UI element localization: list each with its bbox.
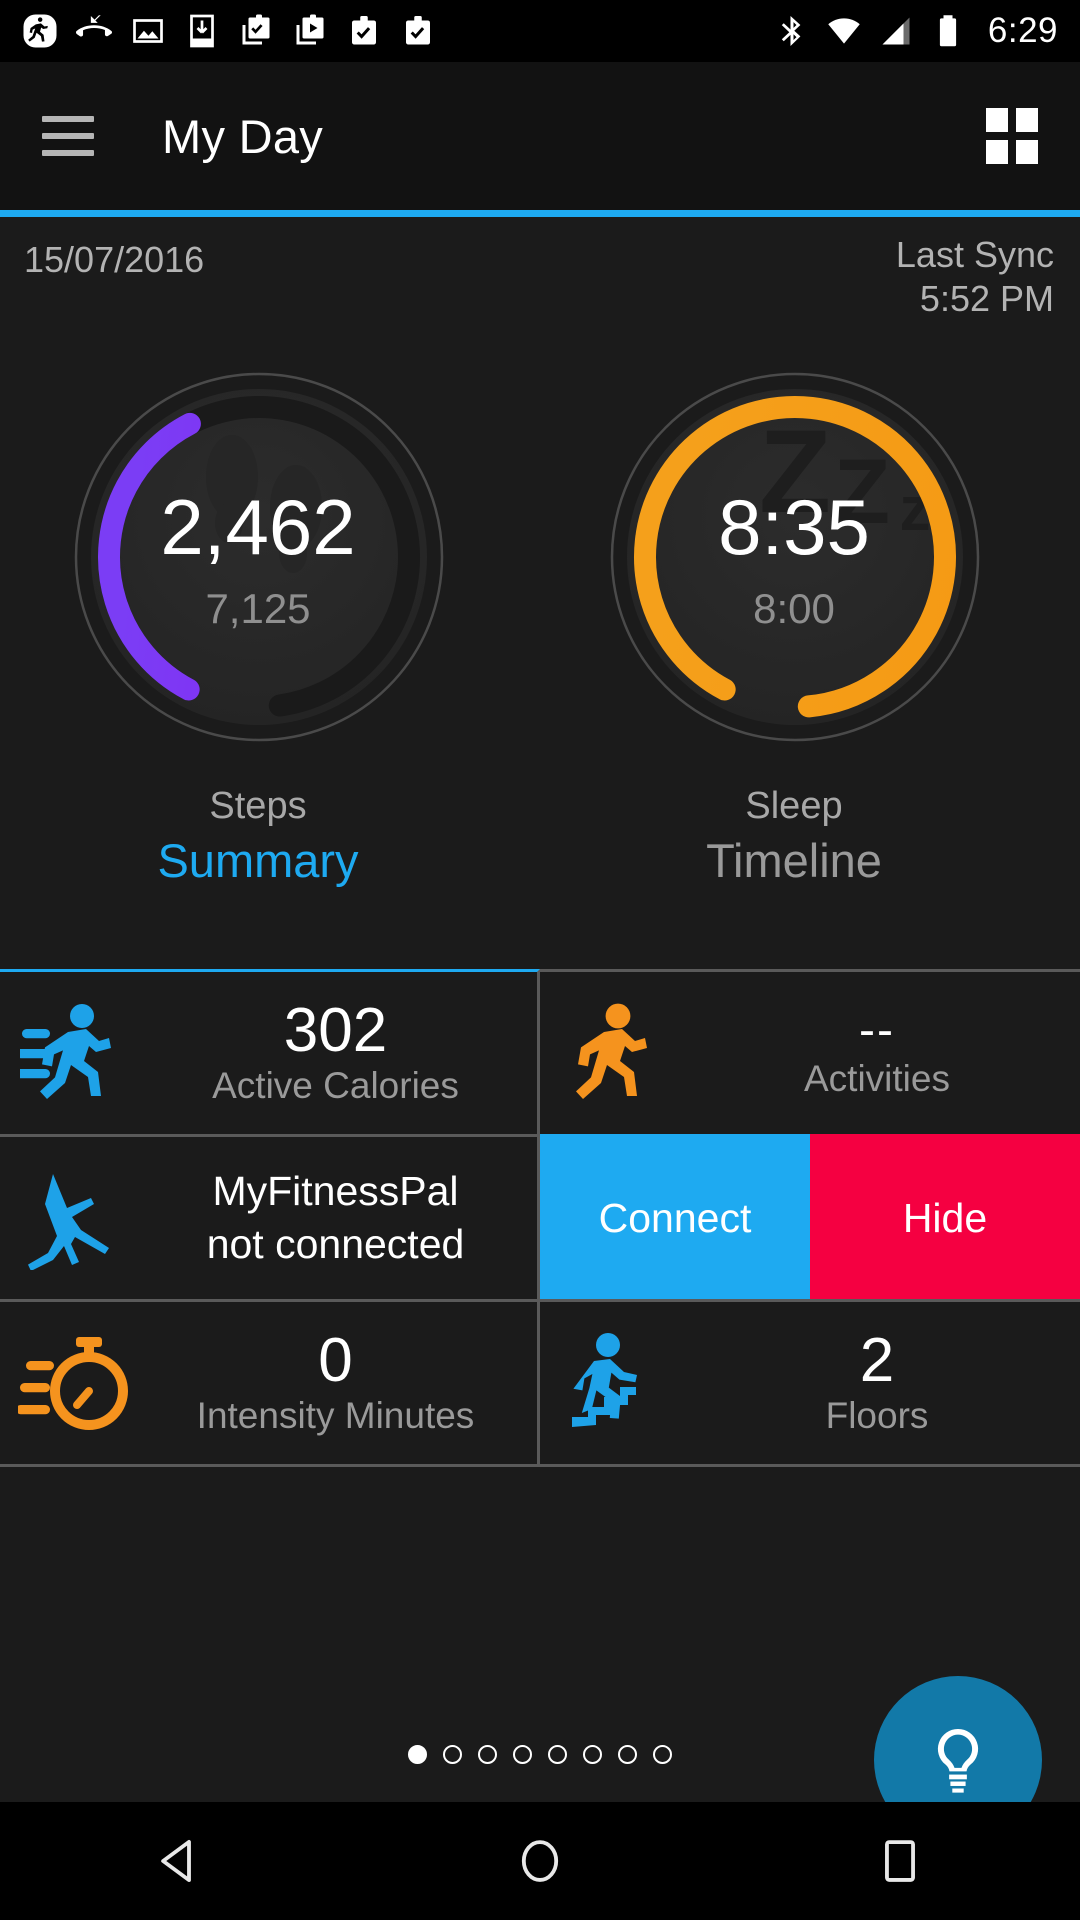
recents-square-icon	[885, 1840, 915, 1882]
sleep-label: Sleep	[745, 785, 843, 827]
stopwatch-lines-icon	[0, 1301, 148, 1466]
hamburger-menu-icon[interactable]	[42, 116, 94, 156]
work-briefcase-check-icon	[406, 16, 430, 45]
date-sync-bar: 15/07/2016 Last Sync 5:52 PM	[0, 217, 1080, 327]
tile-label: Intensity Minutes	[196, 1395, 475, 1437]
back-triangle-icon	[161, 1839, 191, 1883]
lightbulb-icon	[937, 1728, 979, 1793]
svg-text:Z: Z	[759, 406, 831, 538]
tips-fab-button[interactable]	[874, 1676, 1042, 1802]
pager-dot[interactable]	[443, 1745, 462, 1764]
system-status-icons: 6:29	[774, 11, 1080, 51]
tab-bar: Summary Timeline	[0, 827, 1080, 947]
app-bar: My Day	[0, 62, 1080, 210]
work-clipboard-check-stack-icon	[242, 14, 270, 45]
android-navigation-bar	[0, 1802, 1080, 1920]
tile-intensity-minutes[interactable]: 0 Intensity Minutes	[0, 1299, 540, 1464]
work-briefcase-check-icon	[352, 16, 376, 45]
pager-dot[interactable]	[478, 1745, 497, 1764]
steps-gauge[interactable]: 2,462 7,125 Steps	[28, 327, 488, 827]
tile-row: 0 Intensity Minutes 2 Floors	[0, 1299, 1080, 1464]
stairs-climb-icon	[540, 1301, 688, 1466]
nav-home-button[interactable]	[465, 1802, 615, 1920]
battery-icon	[939, 15, 956, 47]
page-title: My Day	[162, 109, 324, 163]
sleep-gauge[interactable]: Z Z z 8:35 8:00 Sleep	[564, 327, 1024, 827]
tile-activities[interactable]: -- Activities	[540, 969, 1080, 1134]
pager-dot[interactable]	[618, 1745, 637, 1764]
tile-label: Active Calories	[212, 1065, 459, 1107]
tile-label: Activities	[804, 1057, 950, 1099]
tile-text: 0 Intensity Minutes	[148, 1328, 537, 1438]
summary-tile-grid: 302 Active Calories -- Activities MyFitn…	[0, 969, 1080, 1467]
running-app-icon	[23, 14, 57, 48]
missed-call-icon	[76, 15, 112, 37]
home-circle-icon	[521, 1840, 559, 1882]
pager-dot[interactable]	[513, 1745, 532, 1764]
nav-recents-button[interactable]	[825, 1802, 975, 1920]
steps-label: Steps	[209, 785, 307, 827]
gauge-row: 2,462 7,125 Steps Z Z z 8:35 8:00 Sleep	[0, 327, 1080, 827]
connect-button[interactable]: Connect	[540, 1134, 810, 1299]
tile-floors[interactable]: 2 Floors	[540, 1299, 1080, 1464]
running-person-icon	[540, 971, 688, 1136]
download-to-device-icon	[190, 14, 214, 48]
last-sync-label: Last Sync	[895, 234, 1054, 275]
pager-dot[interactable]	[583, 1745, 602, 1764]
tile-value: 302	[283, 996, 388, 1066]
status-clock: 6:29	[987, 11, 1058, 50]
tile-text: -- Activities	[688, 1003, 1080, 1101]
tile-active-calories[interactable]: 302 Active Calories	[0, 969, 540, 1134]
mfp-line-1: MyFitnessPal	[212, 1167, 459, 1214]
pager-dot[interactable]	[548, 1745, 567, 1764]
tile-text: 302 Active Calories	[148, 998, 537, 1108]
tile-value: --	[859, 1003, 895, 1057]
tab-summary[interactable]: Summary	[28, 833, 488, 888]
bluetooth-icon	[781, 16, 801, 46]
status-bar: 6:29	[0, 0, 1080, 62]
grid-view-icon[interactable]	[986, 108, 1038, 164]
cellular-signal-icon	[882, 17, 910, 45]
tile-myfitnesspal[interactable]: MyFitnessPal not connected	[0, 1134, 540, 1299]
svg-text:Z: Z	[834, 441, 890, 543]
hide-button[interactable]: Hide	[810, 1134, 1080, 1299]
image-icon	[133, 19, 163, 43]
tile-label: Floors	[825, 1395, 929, 1437]
main-content: 15/07/2016 Last Sync 5:52 PM 2,462 7,125…	[0, 217, 1080, 1802]
mfp-line-2: not connected	[206, 1221, 465, 1267]
last-sync-block: Last Sync 5:52 PM	[896, 233, 1054, 321]
nav-back-button[interactable]	[105, 1802, 255, 1920]
tile-text: 2 Floors	[688, 1328, 1080, 1438]
phone-screen: 6:29 My Day 15/07/2016 Last Sync 5:52 PM	[0, 0, 1080, 1920]
tile-row: 302 Active Calories -- Activities	[0, 969, 1080, 1134]
tile-text: MyFitnessPal not connected	[148, 1165, 537, 1272]
tab-timeline[interactable]: Timeline	[564, 833, 1024, 888]
running-person-lines-icon	[0, 971, 148, 1136]
current-date[interactable]: 15/07/2016	[24, 239, 204, 281]
accent-divider	[0, 210, 1080, 217]
pager-dot[interactable]	[653, 1745, 672, 1764]
work-clipboard-play-stack-icon	[296, 14, 324, 45]
tile-row: MyFitnessPal not connected Connect Hide	[0, 1134, 1080, 1299]
myfitnesspal-figure-icon	[0, 1136, 148, 1301]
notification-icons	[0, 13, 774, 49]
pager-dot[interactable]	[408, 1745, 427, 1764]
tile-value: 0	[318, 1326, 353, 1396]
tile-value: 2	[859, 1326, 895, 1396]
last-sync-time: 5:52 PM	[919, 277, 1054, 319]
wifi-icon	[828, 18, 860, 44]
